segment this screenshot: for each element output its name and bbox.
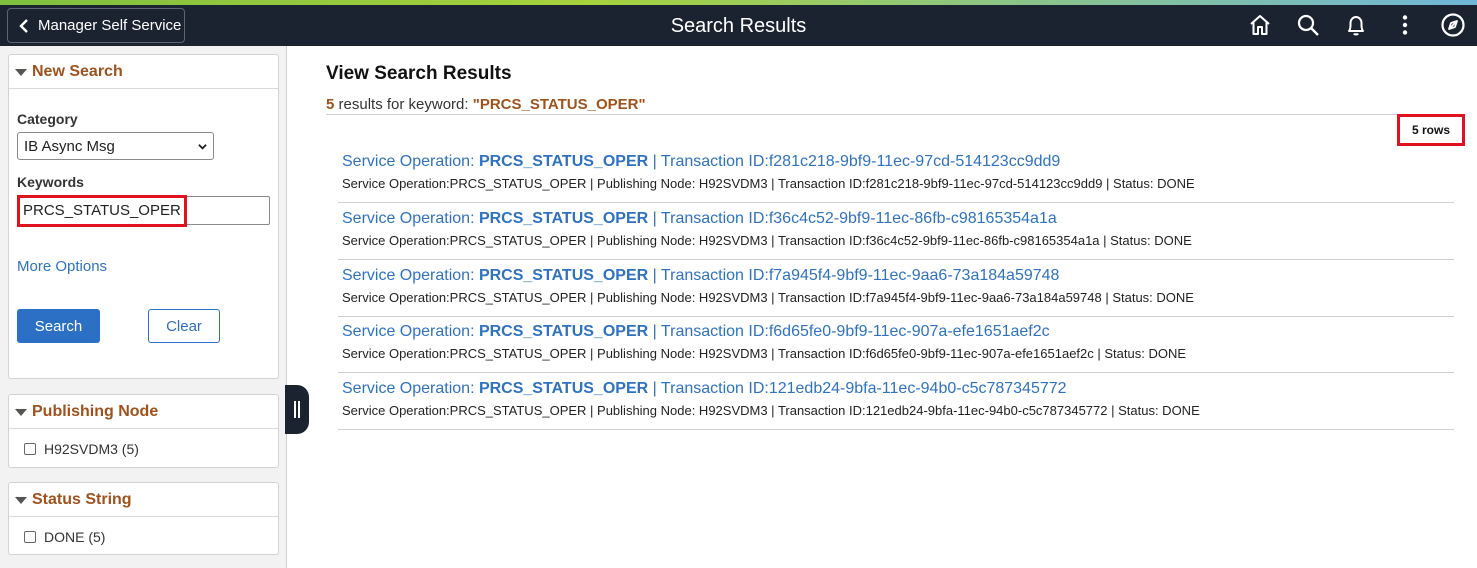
result-link[interactable]: Service Operation: PRCS_STATUS_OPER | Tr… (342, 153, 1060, 171)
new-search-title: New Search (32, 62, 123, 80)
results-keyword: "PRCS_STATUS_OPER" (472, 96, 646, 113)
result-link-operation: PRCS_STATUS_OPER (478, 380, 649, 397)
collapse-triangle-icon (15, 497, 27, 504)
result-link[interactable]: Service Operation: PRCS_STATUS_OPER | Tr… (342, 267, 1059, 285)
navbar-compass-icon[interactable] (1438, 10, 1468, 40)
result-link-suffix: | Transaction ID:f6d65fe0-9bf9-11ec-907a… (648, 323, 1050, 340)
panel-collapse-handle[interactable] (285, 385, 309, 434)
result-link-prefix: Service Operation: (342, 380, 479, 397)
result-link-suffix: | Transaction ID:121edb24-9bfa-11ec-94b0… (648, 380, 1067, 397)
collapse-triangle-icon (15, 409, 27, 416)
result-link-prefix: Service Operation: (342, 153, 479, 170)
status-string-facet: Status String DONE (5) (8, 482, 279, 555)
category-value: IB Async Msg (24, 137, 115, 155)
more-options-icon[interactable] (1390, 10, 1420, 40)
search-button[interactable]: Search (17, 309, 100, 343)
app-header: Manager Self Service Search Results (0, 5, 1477, 46)
drag-handle-icon (294, 401, 296, 418)
result-link-prefix: Service Operation: (342, 210, 479, 227)
result-link-operation: PRCS_STATUS_OPER (478, 267, 649, 284)
result-link-suffix: | Transaction ID:f36c4c52-9bf9-11ec-86fb… (648, 210, 1057, 227)
chevron-down-icon (198, 144, 207, 150)
publishing-node-header[interactable]: Publishing Node (9, 395, 278, 429)
result-item: Service Operation: PRCS_STATUS_OPER | Tr… (338, 316, 1454, 373)
clear-button[interactable]: Clear (148, 309, 220, 343)
result-item: Service Operation: PRCS_STATUS_OPER | Tr… (338, 260, 1454, 317)
result-description: Service Operation:PRCS_STATUS_OPER | Pub… (342, 290, 1194, 305)
keywords-input[interactable]: PRCS_STATUS_OPER (17, 196, 270, 225)
rows-count-badge: 5 rows (1397, 114, 1465, 146)
collapse-triangle-icon (15, 69, 27, 76)
result-link[interactable]: Service Operation: PRCS_STATUS_OPER | Tr… (342, 210, 1057, 228)
back-button[interactable]: Manager Self Service (7, 8, 185, 43)
result-link-prefix: Service Operation: (342, 267, 479, 284)
result-link[interactable]: Service Operation: PRCS_STATUS_OPER | Tr… (342, 380, 1067, 398)
status-string-option-label: DONE (5) (44, 529, 106, 545)
bell-icon[interactable] (1341, 10, 1371, 40)
new-search-box: New Search Category IB Async Msg Keyword… (8, 54, 279, 379)
result-item: Service Operation: PRCS_STATUS_OPER | Tr… (338, 373, 1454, 430)
result-link[interactable]: Service Operation: PRCS_STATUS_OPER | Tr… (342, 323, 1050, 341)
home-icon[interactable] (1245, 10, 1275, 40)
result-link-suffix: | Transaction ID:f7a945f4-9bf9-11ec-9aa6… (648, 267, 1060, 284)
back-button-label: Manager Self Service (38, 17, 182, 34)
result-item: Service Operation: PRCS_STATUS_OPER | Tr… (338, 203, 1454, 260)
results-heading: View Search Results (326, 63, 512, 84)
result-link-operation: PRCS_STATUS_OPER (478, 153, 649, 170)
status-string-title: Status String (32, 490, 132, 508)
result-description: Service Operation:PRCS_STATUS_OPER | Pub… (342, 176, 1195, 191)
chevron-left-icon (19, 18, 28, 33)
status-string-option: DONE (5) (24, 529, 105, 545)
results-summary: 5 results for keyword: "PRCS_STATUS_OPER… (326, 96, 646, 113)
category-label: Category (17, 111, 78, 127)
search-icon[interactable] (1293, 10, 1323, 40)
publishing-node-option: H92SVDM3 (5) (24, 441, 139, 457)
result-item: Service Operation: PRCS_STATUS_OPER | Tr… (338, 146, 1454, 203)
more-options-link[interactable]: More Options (17, 258, 107, 275)
status-string-header[interactable]: Status String (9, 483, 278, 517)
keywords-value: PRCS_STATUS_OPER (23, 202, 181, 219)
publishing-node-checkbox[interactable] (24, 443, 36, 455)
result-link-operation: PRCS_STATUS_OPER (478, 210, 649, 227)
results-divider (326, 114, 1455, 115)
result-link-operation: PRCS_STATUS_OPER (478, 323, 649, 340)
result-description: Service Operation:PRCS_STATUS_OPER | Pub… (342, 346, 1186, 361)
result-link-prefix: Service Operation: (342, 323, 479, 340)
drag-handle-icon-bar (298, 401, 300, 418)
results-summary-text: results for keyword: (334, 96, 473, 113)
publishing-node-title: Publishing Node (32, 402, 159, 420)
result-description: Service Operation:PRCS_STATUS_OPER | Pub… (342, 403, 1200, 418)
publishing-node-option-label: H92SVDM3 (5) (44, 441, 139, 457)
category-select[interactable]: IB Async Msg (17, 132, 214, 160)
status-string-checkbox[interactable] (24, 531, 36, 543)
keywords-label: Keywords (17, 174, 84, 190)
result-description: Service Operation:PRCS_STATUS_OPER | Pub… (342, 233, 1192, 248)
result-link-suffix: | Transaction ID:f281c218-9bf9-11ec-97cd… (648, 153, 1061, 170)
publishing-node-facet: Publishing Node H92SVDM3 (5) (8, 394, 279, 468)
new-search-header[interactable]: New Search (9, 55, 278, 89)
left-search-panel: New Search Category IB Async Msg Keyword… (0, 46, 287, 568)
